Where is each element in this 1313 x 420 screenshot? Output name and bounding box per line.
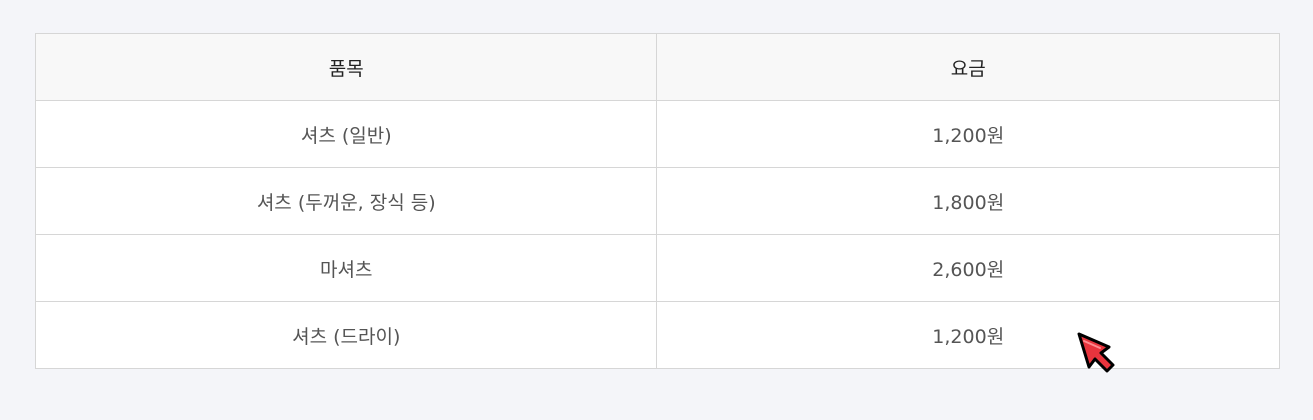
price-cell: 1,200원 xyxy=(656,100,1280,168)
price-cell: 1,200원 xyxy=(656,301,1280,369)
table-row: 셔츠 (드라이) 1,200원 xyxy=(34,301,1280,369)
table-body: 셔츠 (일반) 1,200원 셔츠 (두꺼운, 장식 등) 1,800원 마셔츠… xyxy=(34,100,1280,369)
price-cell: 1,800원 xyxy=(656,167,1280,235)
table-row: 셔츠 (두꺼운, 장식 등) 1,800원 xyxy=(34,167,1280,235)
header-price: 요금 xyxy=(656,33,1280,101)
item-cell: 셔츠 (일반) xyxy=(34,100,658,168)
item-cell: 마셔츠 xyxy=(34,234,658,302)
table-row: 마셔츠 2,600원 xyxy=(34,234,1280,302)
table-row: 셔츠 (일반) 1,200원 xyxy=(34,100,1280,168)
price-cell: 2,600원 xyxy=(656,234,1280,302)
header-item: 품목 xyxy=(34,33,658,101)
price-table: 품목 요금 셔츠 (일반) 1,200원 셔츠 (두꺼운, 장식 등) 1,80… xyxy=(34,33,1280,369)
item-cell: 셔츠 (드라이) xyxy=(34,301,658,369)
header-row: 품목 요금 xyxy=(34,33,1280,101)
table-header: 품목 요금 xyxy=(34,33,1280,101)
item-cell: 셔츠 (두꺼운, 장식 등) xyxy=(34,167,658,235)
